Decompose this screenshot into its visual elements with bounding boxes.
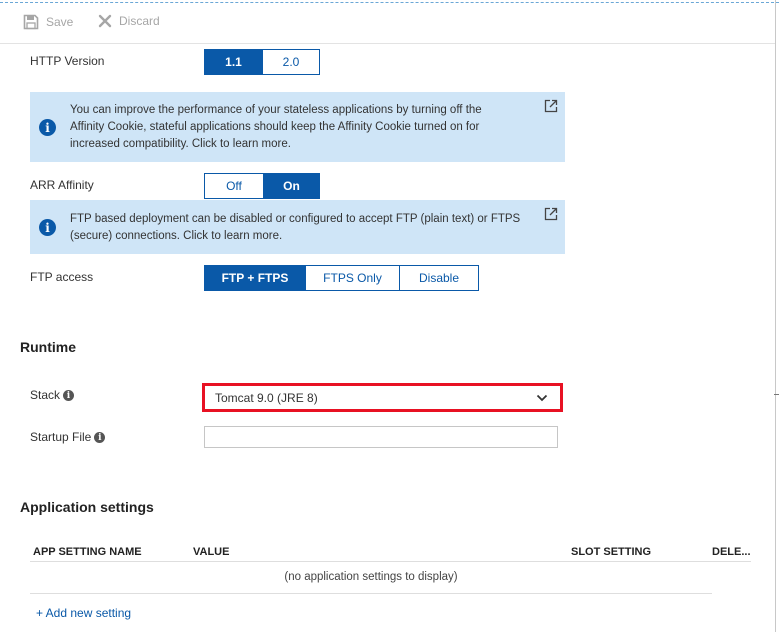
table-header-divider: [30, 561, 751, 562]
affinity-info-banner[interactable]: i You can improve the performance of you…: [30, 92, 565, 162]
ftp-access-option-ftps-only[interactable]: FTPS Only: [305, 266, 399, 290]
column-header-slot-setting[interactable]: SLOT SETTING: [571, 546, 651, 558]
stack-label-group: Stack i: [30, 388, 75, 402]
stack-label: Stack: [30, 388, 61, 402]
http-version-option-1-1[interactable]: 1.1: [205, 50, 262, 74]
ftp-info-text: FTP based deployment can be disabled or …: [70, 213, 521, 242]
external-link-icon[interactable]: [544, 99, 558, 113]
startup-file-input[interactable]: [204, 426, 558, 448]
info-icon[interactable]: i: [63, 390, 75, 402]
runtime-heading: Runtime: [20, 339, 76, 355]
startup-file-label-group: Startup File i: [30, 430, 106, 444]
ftp-info-banner[interactable]: i FTP based deployment can be disabled o…: [30, 200, 565, 254]
ftp-access-option-disable[interactable]: Disable: [399, 266, 478, 290]
save-label: Save: [46, 15, 74, 29]
http-version-toggle[interactable]: 1.1 2.0: [204, 49, 320, 75]
discard-button[interactable]: Discard: [98, 14, 160, 28]
info-icon[interactable]: i: [94, 432, 106, 444]
top-dashed-border: [0, 2, 779, 3]
application-settings-heading: Application settings: [20, 499, 154, 515]
arr-affinity-option-off[interactable]: Off: [205, 174, 263, 198]
affinity-info-text: You can improve the performance of your …: [70, 104, 482, 150]
startup-file-label: Startup File: [30, 430, 92, 444]
table-row-divider: [30, 593, 712, 594]
add-new-setting-link[interactable]: + Add new setting: [36, 606, 131, 620]
info-icon: i: [39, 119, 56, 136]
column-header-value[interactable]: VALUE: [193, 546, 229, 558]
http-version-label: HTTP Version: [30, 54, 105, 68]
external-link-icon[interactable]: [544, 207, 558, 221]
info-icon: i: [39, 219, 56, 236]
ftp-access-label: FTP access: [30, 270, 94, 284]
chevron-down-icon: [536, 394, 548, 402]
save-icon: [23, 14, 39, 30]
arr-affinity-toggle[interactable]: Off On: [204, 173, 320, 199]
save-button[interactable]: Save: [23, 14, 73, 30]
ftp-access-option-ftp-ftps[interactable]: FTP + FTPS: [205, 266, 305, 290]
column-header-app-setting-name[interactable]: APP SETTING NAME: [33, 546, 142, 558]
empty-table-message: (no application settings to display): [284, 571, 458, 583]
toolbar-divider: [0, 43, 775, 44]
stack-select[interactable]: Tomcat 9.0 (JRE 8): [202, 383, 563, 412]
arr-affinity-label: ARR Affinity: [30, 178, 94, 192]
ftp-access-toggle[interactable]: FTP + FTPS FTPS Only Disable: [204, 265, 479, 291]
column-header-delete[interactable]: DELE...: [712, 546, 751, 558]
right-scrollbar-edge[interactable]: [775, 0, 776, 632]
http-version-option-2-0[interactable]: 2.0: [262, 50, 319, 74]
arr-affinity-option-on[interactable]: On: [263, 174, 319, 198]
stack-select-value: Tomcat 9.0 (JRE 8): [215, 390, 318, 405]
scroll-marker: [774, 394, 779, 395]
discard-label: Discard: [119, 14, 160, 28]
close-icon: [98, 14, 112, 28]
